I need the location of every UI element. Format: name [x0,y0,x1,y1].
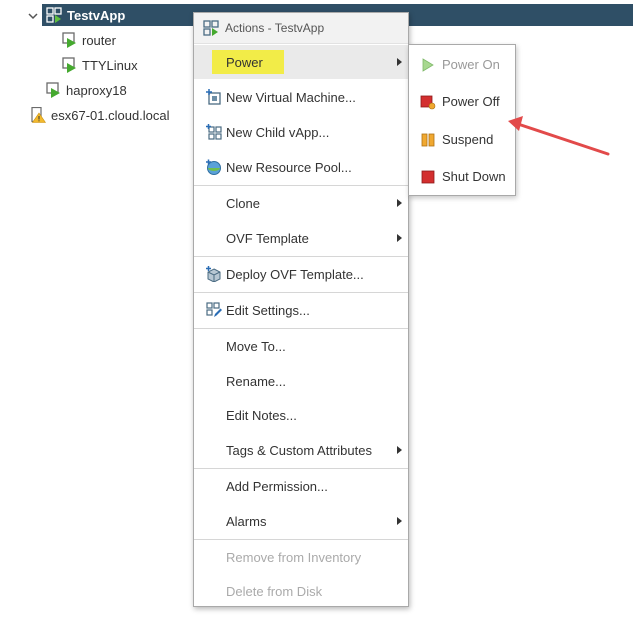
menu-item-label: Rename... [226,373,286,389]
collapse-chevron-icon[interactable] [27,10,39,22]
menu-item-label: OVF Template [226,230,309,246]
host-warning-icon [31,107,46,123]
submenu-arrow-icon [397,58,402,66]
tree-item-label: esx67-01.cloud.local [51,107,170,123]
menu-item-label: Remove from Inventory [226,549,362,565]
deploy-ovf-icon [206,266,221,282]
menu-item-deploy-ovf-template[interactable]: Deploy OVF Template... [194,257,408,291]
power-on-icon [422,57,434,72]
tree-item-label: TTYLinux [82,57,138,73]
tree-item-label: haproxy18 [66,82,127,98]
vapp-icon [203,20,219,36]
menu-item-edit-notes[interactable]: Edit Notes... [194,398,408,432]
menu-item-move-to[interactable]: Move To... [194,329,408,363]
suspend-icon [421,133,435,146]
tree-item-testvapp[interactable]: TestvApp [46,5,125,25]
tree-item-label: router [82,32,116,48]
menu-item-new-resource-pool[interactable]: New Resource Pool... [194,150,408,184]
submenu-item-shut-down[interactable]: Shut Down [409,158,515,195]
menu-item-label: Edit Settings... [226,302,310,318]
menu-item-label: New Virtual Machine... [226,89,356,105]
vm-powered-on-icon [62,57,76,73]
menu-item-alarms[interactable]: Alarms [194,504,408,538]
menu-item-label: Power [226,54,263,70]
resource-pool-icon [206,159,221,175]
menu-item-label: New Child vApp... [226,124,330,140]
context-menu-title: Actions - TestvApp [225,21,325,35]
menu-item-new-virtual-machine[interactable]: New Virtual Machine... [194,80,408,114]
menu-item-label: Add Permission... [226,478,328,494]
submenu-arrow-icon [397,446,402,454]
context-menu-header: Actions - TestvApp [194,13,408,44]
menu-item-new-child-vapp[interactable]: New Child vApp... [194,115,408,149]
menu-item-add-permission[interactable]: Add Permission... [194,469,408,503]
new-vm-icon [206,89,221,105]
submenu-arrow-icon [397,234,402,242]
power-off-icon [420,95,436,109]
submenu-item-label: Power Off [442,94,500,109]
tree-item-haproxy18[interactable]: haproxy18 [45,80,127,100]
tree-item-esx67-01[interactable]: esx67-01.cloud.local [30,105,170,125]
submenu-item-label: Suspend [442,132,494,147]
new-vapp-icon [206,124,222,140]
vapp-icon [46,7,62,23]
vm-powered-on-icon [62,32,76,48]
menu-item-remove-from-inventory: Remove from Inventory [194,540,408,574]
menu-item-edit-settings[interactable]: Edit Settings... [194,293,408,327]
menu-item-rename[interactable]: Rename... [194,364,408,398]
menu-item-label: Clone [226,195,260,211]
menu-item-label: Edit Notes... [226,407,297,423]
submenu-item-label: Shut Down [442,169,506,184]
menu-item-clone[interactable]: Clone [194,186,408,220]
menu-item-label: New Resource Pool... [226,159,352,175]
shut-down-icon [421,170,435,183]
menu-item-power[interactable]: Power [194,45,408,79]
vm-powered-on-icon [46,82,60,98]
menu-item-delete-from-disk: Delete from Disk [194,574,408,608]
menu-item-tags-custom-attributes[interactable]: Tags & Custom Attributes [194,433,408,467]
menu-item-label: Delete from Disk [226,583,323,599]
annotation-arrow-icon [508,116,610,156]
tree-item-ttylinux[interactable]: TTYLinux [61,55,138,75]
tree-item-router[interactable]: router [61,30,116,50]
menu-item-label: Deploy OVF Template... [226,266,364,282]
submenu-item-power-on: Power On [409,46,515,83]
context-menu: Actions - TestvApp Power New Virtual Mac… [193,12,409,607]
tree-item-label: TestvApp [67,7,126,23]
menu-item-label: Alarms [226,513,267,529]
menu-item-label: Tags & Custom Attributes [226,442,372,458]
edit-settings-icon [206,302,222,317]
menu-item-label: Move To... [226,338,286,354]
menu-item-ovf-template[interactable]: OVF Template [194,221,408,255]
submenu-arrow-icon [397,517,402,525]
submenu-item-label: Power On [442,57,500,72]
submenu-arrow-icon [397,199,402,207]
